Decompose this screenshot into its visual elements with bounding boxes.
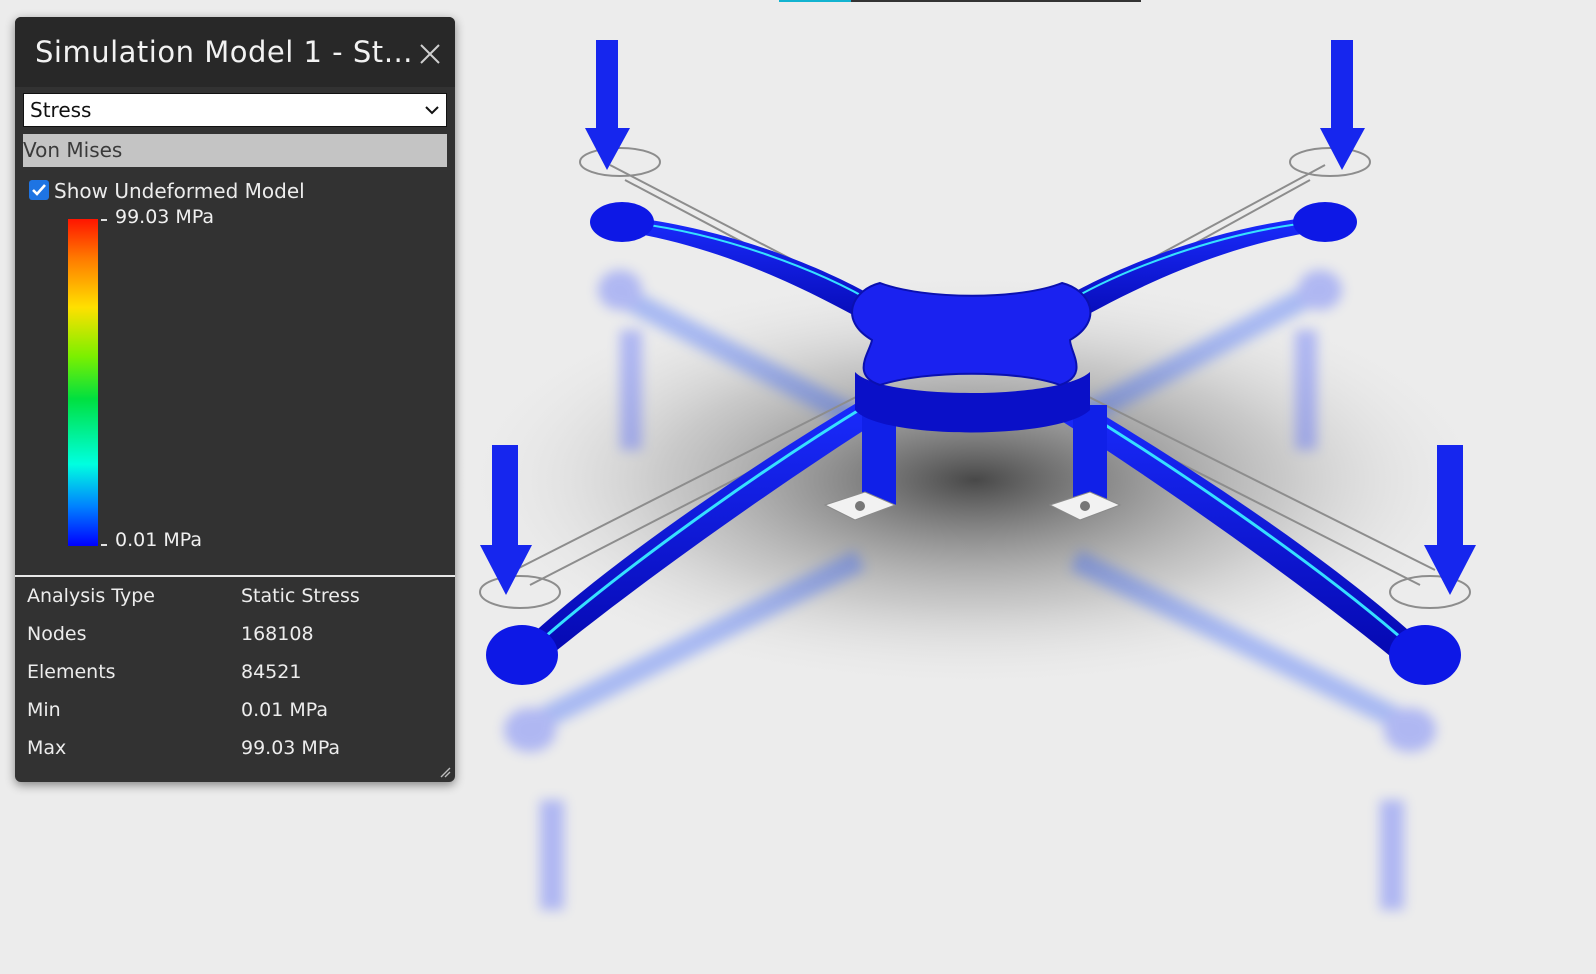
legend-min-label: 0.01 MPa xyxy=(115,529,202,551)
checkmark-icon xyxy=(32,184,46,196)
close-icon xyxy=(420,44,440,64)
panel-divider xyxy=(15,575,455,577)
show-undeformed-checkbox[interactable] xyxy=(29,180,49,200)
stress-component-selector[interactable]: Von Mises xyxy=(23,134,447,167)
info-row-analysis-type: Analysis Type Static Stress xyxy=(15,579,455,615)
show-undeformed-label: Show Undeformed Model xyxy=(54,179,305,203)
info-value: Static Stress xyxy=(241,585,360,607)
drone-body xyxy=(851,281,1092,433)
arrow-down-icon xyxy=(585,40,630,170)
loading-progress-bar xyxy=(779,0,1141,2)
results-panel: Simulation Model 1 - Study 1 Stress Von … xyxy=(15,17,455,782)
info-value: 99.03 MPa xyxy=(241,737,341,759)
result-type-select[interactable]: Stress xyxy=(23,93,447,127)
info-key: Min xyxy=(27,699,61,721)
legend-max-label: 99.03 MPa xyxy=(115,206,215,228)
legend-min-tick xyxy=(101,544,107,546)
info-row-elements: Elements 84521 xyxy=(15,655,455,691)
panel-header[interactable]: Simulation Model 1 - Study 1 xyxy=(15,17,455,87)
loading-progress-fill xyxy=(779,0,852,2)
arrow-down-icon xyxy=(1320,40,1365,170)
info-row-min: Min 0.01 MPa xyxy=(15,693,455,729)
info-key: Max xyxy=(27,737,67,759)
result-type-value: Stress xyxy=(30,98,92,122)
stress-component-value: Von Mises xyxy=(23,138,123,162)
info-key: Nodes xyxy=(27,623,87,645)
info-row-nodes: Nodes 168108 xyxy=(15,617,455,653)
info-key: Elements xyxy=(27,661,116,683)
chevron-down-icon xyxy=(425,106,439,115)
info-value: 168108 xyxy=(241,623,314,645)
info-key: Analysis Type xyxy=(27,585,155,607)
stress-color-legend xyxy=(68,219,98,546)
resize-grip-icon[interactable] xyxy=(439,766,451,778)
info-row-max: Max 99.03 MPa xyxy=(15,731,455,767)
info-value: 0.01 MPa xyxy=(241,699,328,721)
legend-max-tick xyxy=(101,219,107,221)
close-button[interactable] xyxy=(417,41,443,67)
panel-title: Simulation Model 1 - Study 1 xyxy=(35,35,415,69)
info-value: 84521 xyxy=(241,661,302,683)
